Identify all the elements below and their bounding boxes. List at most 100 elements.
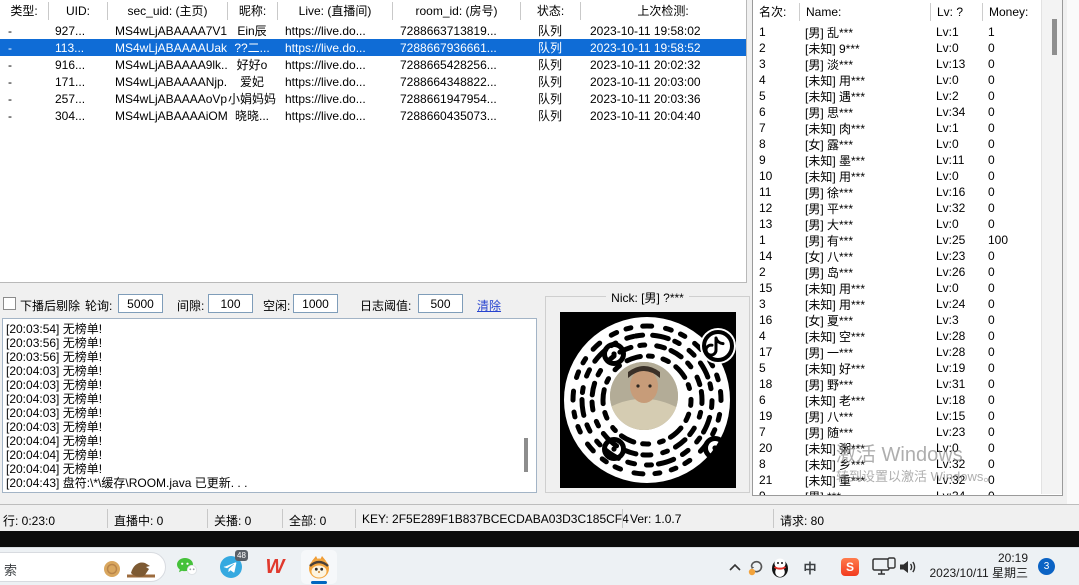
table-row[interactable]: - 171... MS4wLjABAAAANjp... 爱妃 https://l…	[0, 73, 746, 90]
rank-row[interactable]: 2 [男] 岛*** Lv:26 0	[753, 264, 1041, 280]
cell-nick: 晓晓...	[227, 107, 277, 124]
rank-row[interactable]: 1 [男] 有*** Lv:25 100	[753, 232, 1041, 248]
log-scrollbar-thumb[interactable]	[524, 438, 528, 472]
telegram-icon[interactable]: 48	[213, 553, 249, 581]
telegram-unread-badge: 48	[235, 550, 248, 561]
cell-money: 0	[982, 457, 1037, 471]
table-row[interactable]: - 113... MS4wLjABAAAAUak... ??二... https…	[0, 39, 746, 56]
cell-lv: Lv:11	[930, 153, 982, 167]
idle-input[interactable]	[293, 294, 338, 313]
cell-money: 0	[982, 281, 1037, 295]
cell-status: 队列	[520, 107, 580, 124]
cell-rank: 13	[753, 217, 799, 231]
taskbar-clock[interactable]: 20:19 2023/10/11 星期三	[928, 551, 1028, 581]
log-threshold-input[interactable]	[418, 294, 463, 313]
rank-row[interactable]: 7 [男] 随*** Lv:23 0	[753, 424, 1041, 440]
status-separator	[107, 509, 108, 528]
volume-icon[interactable]	[896, 555, 920, 579]
wps-icon[interactable]: W	[257, 553, 293, 581]
col-status: 状态:	[520, 2, 580, 20]
cell-status: 队列	[520, 39, 580, 56]
qq-tray-icon[interactable]	[768, 555, 792, 579]
cell-rank: 3	[753, 297, 799, 311]
sogou-tray-icon[interactable]: S	[838, 555, 862, 579]
rank-row[interactable]: 6 [男] 思*** Lv:34 0	[753, 104, 1041, 120]
rank-row[interactable]: 9 [男] *** Lv:34 0	[753, 488, 1041, 495]
cell-name: [男] 一***	[799, 344, 930, 361]
rank-row[interactable]: 10 [未知] 用*** Lv:0 0	[753, 168, 1041, 184]
cell-rank: 21	[753, 473, 799, 487]
taskbar-search[interactable]: 索	[0, 552, 166, 582]
cell-uid: 304...	[48, 109, 107, 123]
rank-row[interactable]: 5 [未知] 好*** Lv:19 0	[753, 360, 1041, 376]
rank-row[interactable]: 15 [未知] 用*** Lv:0 0	[753, 280, 1041, 296]
update-tray-icon[interactable]	[744, 555, 768, 579]
rank-row[interactable]: 3 [男] 淡*** Lv:13 0	[753, 56, 1041, 72]
live-monitor-app-icon[interactable]	[301, 553, 337, 581]
cell-lv: Lv:23	[930, 425, 982, 439]
cell-money: 0	[982, 313, 1037, 327]
avatar-photo	[610, 362, 678, 430]
rank-row[interactable]: 8 [女] 露*** Lv:0 0	[753, 136, 1041, 152]
cell-name: [未知] 墨***	[799, 152, 930, 169]
rank-row[interactable]: 17 [男] 一*** Lv:28 0	[753, 344, 1041, 360]
table-row[interactable]: - 257... MS4wLjABAAAAoVp... 小娟妈妈 https:/…	[0, 90, 746, 107]
cell-money: 0	[982, 345, 1037, 359]
wechat-icon[interactable]	[169, 553, 205, 581]
rank-row[interactable]: 9 [未知] 墨*** Lv:11 0	[753, 152, 1041, 168]
status-key: KEY: 2F5E289F1B837BCECDABA03D3C185CF4	[362, 512, 629, 526]
status-requests: 请求: 80	[780, 512, 824, 529]
rank-row[interactable]: 21 [未知] 重*** Lv:32 0	[753, 472, 1041, 488]
cell-name: [男] 平***	[799, 200, 930, 217]
log-threshold-label: 日志阈值:	[360, 297, 411, 314]
remove-after-end-checkbox[interactable]	[3, 297, 16, 310]
rank-row[interactable]: 7 [未知] 肉*** Lv:1 0	[753, 120, 1041, 136]
rank-row[interactable]: 20 [未知] 粥*** Lv:0 0	[753, 440, 1041, 456]
rank-row[interactable]: 18 [男] 野*** Lv:31 0	[753, 376, 1041, 392]
notification-count-badge[interactable]: 3	[1038, 558, 1055, 575]
cell-rank: 14	[753, 249, 799, 263]
cell-nick: ??二...	[227, 39, 277, 56]
rank-row[interactable]: 14 [女] 八*** Lv:23 0	[753, 248, 1041, 264]
rank-row[interactable]: 6 [未知] 老*** Lv:18 0	[753, 392, 1041, 408]
cell-lv: Lv:32	[930, 201, 982, 215]
cell-lv: Lv:25	[930, 233, 982, 247]
col-rank: 名次:	[753, 3, 799, 21]
table-row[interactable]: - 916... MS4wLjABAAAA9lk... 好好o https://…	[0, 56, 746, 73]
table-row[interactable]: - 304... MS4wLjABAAAAiOM... 晓晓... https:…	[0, 107, 746, 124]
poll-input[interactable]	[118, 294, 163, 313]
gap-input[interactable]	[208, 294, 253, 313]
cell-lv: Lv:34	[930, 489, 982, 495]
status-separator	[622, 509, 623, 528]
rank-row[interactable]: 3 [未知] 用*** Lv:24 0	[753, 296, 1041, 312]
rank-row[interactable]: 11 [男] 徐*** Lv:16 0	[753, 184, 1041, 200]
cell-room-id: 7288664348822...	[392, 75, 520, 89]
rank-row[interactable]: 8 [未知] 乡*** Lv:32 0	[753, 456, 1041, 472]
clear-log-link[interactable]: 清除	[477, 297, 501, 314]
cell-sec-uid: MS4wLjABAAAAUak...	[107, 41, 227, 55]
rank-row[interactable]: 12 [男] 平*** Lv:32 0	[753, 200, 1041, 216]
rank-scrollbar-thumb[interactable]	[1052, 19, 1057, 55]
rank-row[interactable]: 5 [未知] 遇*** Lv:2 0	[753, 88, 1041, 104]
douyin-logo-icon	[700, 328, 736, 364]
table-row[interactable]: - 927... MS4wLjABAAAA7V1... Ein辰 https:/…	[0, 22, 746, 39]
phone-link-monitor-icon[interactable]	[872, 555, 896, 579]
cell-name: [男] ***	[799, 488, 930, 496]
cell-rank: 2	[753, 41, 799, 55]
rank-row[interactable]: 4 [未知] 空*** Lv:28 0	[753, 328, 1041, 344]
ime-chinese-icon[interactable]: 中	[798, 555, 822, 579]
rank-row[interactable]: 13 [男] 大*** Lv:0 0	[753, 216, 1041, 232]
idle-label: 空闲:	[263, 297, 290, 314]
cell-rank: 4	[753, 73, 799, 87]
cell-room-id: 7288660435073...	[392, 109, 520, 123]
cell-live-url: https://live.do...	[277, 109, 392, 123]
rank-row[interactable]: 19 [男] 八*** Lv:15 0	[753, 408, 1041, 424]
rank-row[interactable]: 2 [未知] 9*** Lv:0 0	[753, 40, 1041, 56]
col-live: Live: (直播间)	[277, 2, 392, 20]
rank-row[interactable]: 4 [未知] 用*** Lv:0 0	[753, 72, 1041, 88]
rank-scrollbar[interactable]	[1041, 0, 1063, 494]
rank-row[interactable]: 1 [男] 乱*** Lv:1 1	[753, 24, 1041, 40]
cell-last-check: 2023-10-11 20:04:40	[580, 109, 745, 123]
cell-uid: 927...	[48, 24, 107, 38]
rank-row[interactable]: 16 [女] 夏*** Lv:3 0	[753, 312, 1041, 328]
